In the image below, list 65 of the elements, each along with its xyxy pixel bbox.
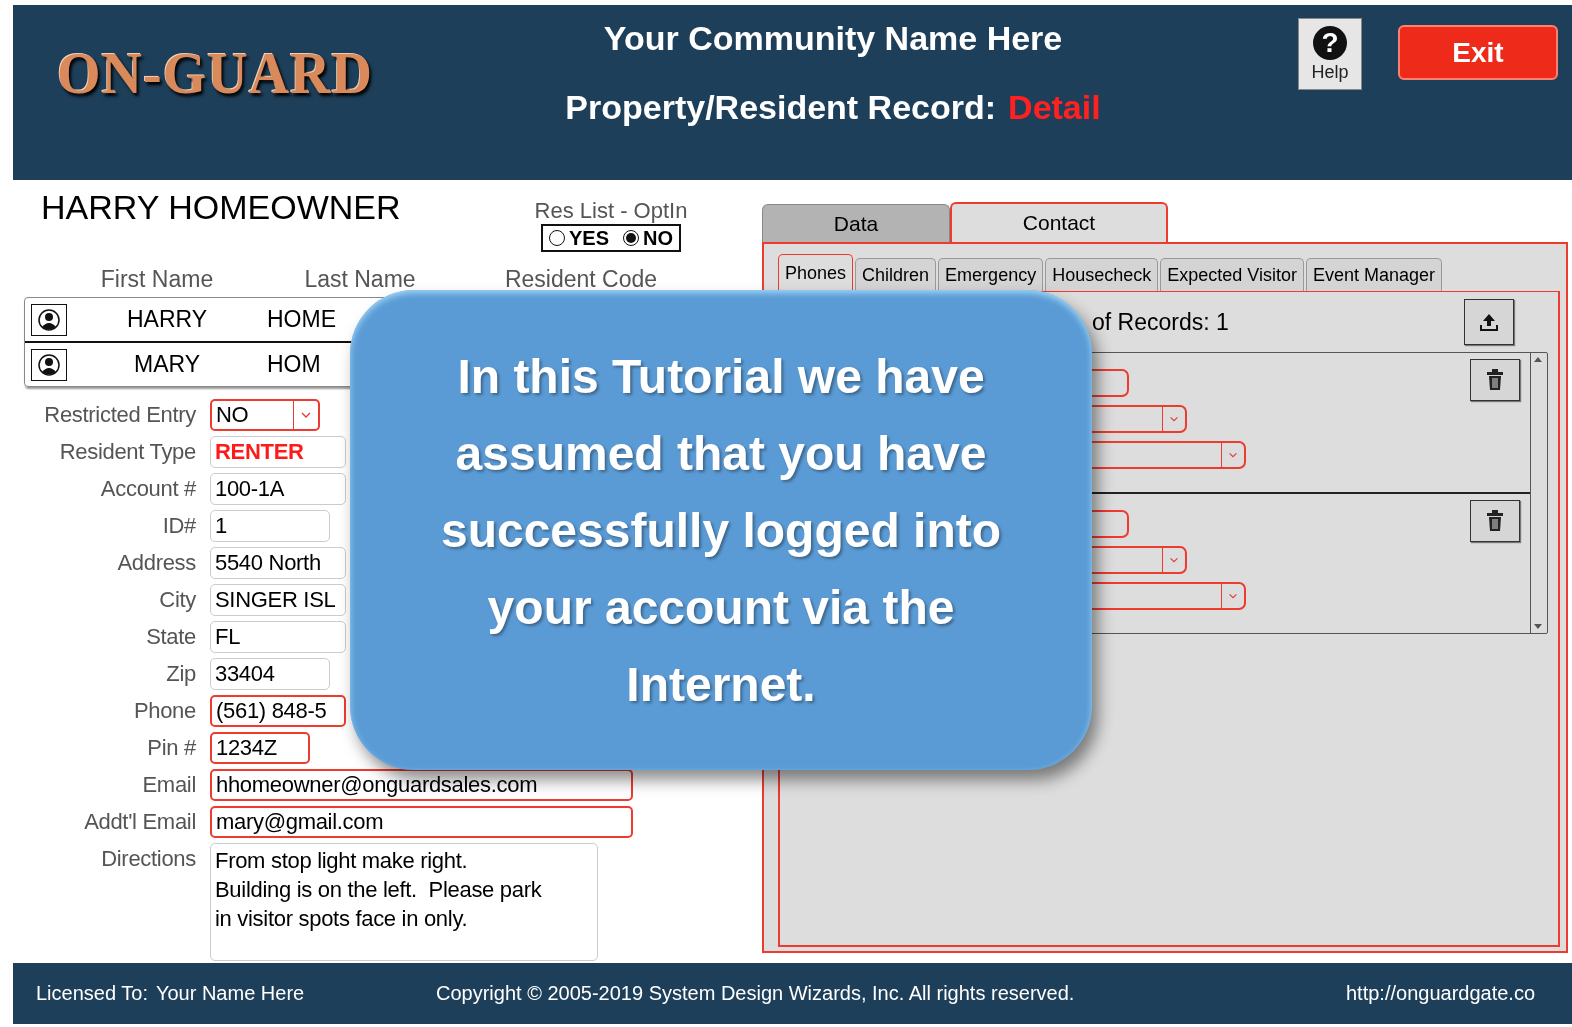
table-cell-text: MARY <box>132 351 201 378</box>
input-field[interactable]: FL <box>210 621 346 653</box>
website-link[interactable]: http://onguardgate.co <box>1346 982 1536 1005</box>
upload-button[interactable] <box>1464 299 1514 345</box>
person-icon[interactable] <box>31 303 67 336</box>
input-field[interactable]: 100-1A <box>210 473 346 505</box>
page-title: Property/Resident Record: <box>565 88 997 127</box>
mode-label: Detail <box>1008 88 1101 127</box>
input-field[interactable]: mary@gmail.com <box>210 806 633 838</box>
field-label: Phone <box>132 697 196 725</box>
licensee-name: Your Name Here <box>155 982 305 1005</box>
radio-option[interactable]: NO <box>623 226 673 250</box>
field-label: ID# <box>161 512 196 540</box>
input-field[interactable]: (561) 848-5 <box>210 695 346 727</box>
input-field[interactable]: RENTER <box>210 436 346 468</box>
column-header: Last Name <box>303 266 417 293</box>
radio-option[interactable]: YES <box>549 226 609 250</box>
field-label: Account # <box>99 475 196 503</box>
input-field[interactable]: 33404 <box>210 658 330 690</box>
field-label: Email <box>141 771 196 799</box>
copyright-text: Copyright © 2005-2019 System Design Wizards, Inc. All rights reserved. <box>436 982 1076 1005</box>
dropdown-field[interactable]: NO <box>210 399 320 431</box>
field-label: Directions <box>100 845 196 873</box>
field-label: Addt'l Email <box>83 808 196 836</box>
table-cell: HOM <box>267 351 321 378</box>
help-icon: ? <box>1313 25 1347 60</box>
field-label: Address <box>116 549 196 577</box>
upload-icon <box>1479 312 1499 332</box>
subtab[interactable]: Expected Visitor <box>1160 258 1304 292</box>
input-field[interactable]: 1234Z <box>210 732 310 764</box>
tab[interactable]: Data <box>762 204 950 242</box>
trash-icon <box>1484 509 1506 533</box>
community-name: Your Community Name Here <box>603 19 1063 58</box>
subtab[interactable]: Emergency <box>938 258 1044 292</box>
trash-icon <box>1484 368 1506 392</box>
table-cell-text: HARRY <box>125 306 209 333</box>
delete-button[interactable] <box>1470 500 1520 542</box>
licensed-label: Licensed To: <box>36 982 148 1005</box>
tab[interactable]: Contact <box>950 202 1168 242</box>
person-icon[interactable] <box>31 348 67 381</box>
input-field[interactable]: 5540 North <box>210 547 346 579</box>
field-label: Resident Type <box>58 438 196 466</box>
record-count: of Records: 1 <box>1092 308 1230 336</box>
column-header: Resident Code <box>503 266 659 293</box>
table-cell: HOME <box>267 306 336 333</box>
optin-label: Res List - OptIn <box>534 198 688 224</box>
delete-button[interactable] <box>1470 359 1520 401</box>
text-area[interactable]: From stop light make right. Building is on the left. Please park in visitor spots face in only. <box>210 843 598 961</box>
field-label: State <box>145 623 196 651</box>
help-button[interactable]: ? Help <box>1298 18 1362 90</box>
column-header: First Name <box>99 266 215 293</box>
exit-button[interactable]: Exit <box>1398 25 1558 80</box>
subtab[interactable]: Children <box>855 258 937 292</box>
input-field[interactable]: SINGER ISL <box>210 584 346 616</box>
field-label: Zip <box>165 660 196 688</box>
subtab[interactable]: Event Manager <box>1305 258 1443 292</box>
callout-text: In this Tutorial we have assumed that you have successfully logged into your account via the Internet. <box>439 348 1003 713</box>
subtab[interactable]: Phones <box>778 254 854 292</box>
field-label: City <box>158 586 196 614</box>
field-label: Restricted Entry <box>43 401 196 429</box>
resident-name: HARRY HOMEOWNER <box>41 188 402 227</box>
field-label: Pin # <box>146 734 196 762</box>
input-field[interactable]: 1 <box>210 510 330 542</box>
logo: ON-GUARD <box>57 39 373 108</box>
subtab[interactable]: Housecheck <box>1045 258 1159 292</box>
